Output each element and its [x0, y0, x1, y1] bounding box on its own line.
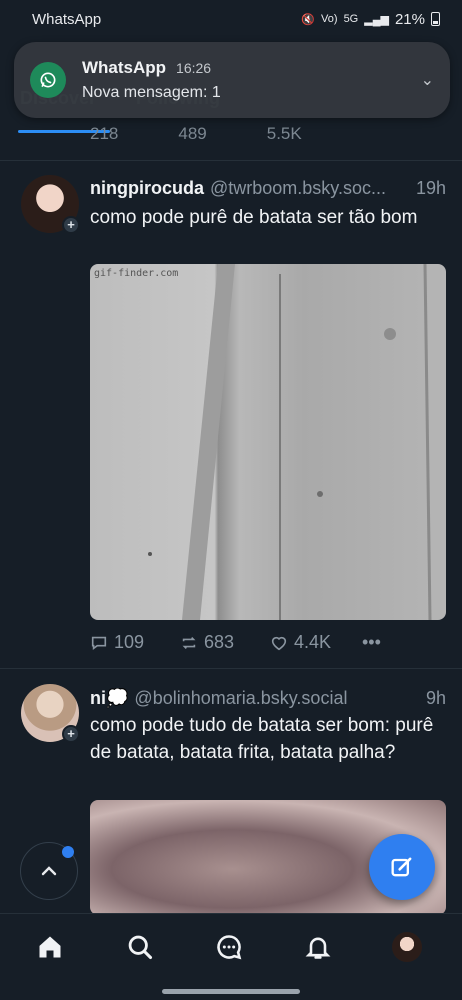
- post-text[interactable]: como pode purê de batata ser tão bom: [90, 204, 444, 231]
- like-button[interactable]: 4.4K: [270, 632, 362, 653]
- prev-likes: 5.5K: [266, 124, 302, 143]
- more-options-icon[interactable]: •••: [362, 632, 381, 653]
- compose-button[interactable]: [369, 834, 435, 900]
- repost-count: 683: [204, 632, 235, 652]
- reply-icon: [91, 636, 107, 650]
- author-handle[interactable]: @bolinhomaria.bsky.social: [134, 688, 418, 709]
- reply-button[interactable]: 109: [90, 632, 180, 653]
- divider: [0, 160, 462, 161]
- reply-count: 109: [114, 632, 145, 652]
- heart-icon: [271, 636, 287, 650]
- follow-plus-icon[interactable]: +: [62, 725, 80, 743]
- bottom-navigation: [0, 913, 462, 1000]
- chevron-up-icon: [41, 866, 57, 876]
- divider: [0, 668, 462, 669]
- post-time: 9h: [425, 688, 446, 708]
- prev-post-stats: 218 489 5.5K: [90, 124, 302, 144]
- post-text[interactable]: como pode tudo de batata ser bom: purê d…: [90, 712, 444, 766]
- chevron-down-icon[interactable]: ⌄: [421, 70, 434, 90]
- repost-icon: [182, 636, 196, 649]
- mute-icon: 🔇: [301, 13, 316, 26]
- notification-message: Nova mensagem: 1: [82, 84, 221, 101]
- post-header: ningpirocuda @twrboom.bsky.soc... 19h: [90, 178, 446, 199]
- whatsapp-icon: [30, 62, 66, 98]
- post-time: 19h: [415, 178, 446, 198]
- notification-time: 16:26: [176, 60, 212, 76]
- signal-icon: ▂▄▆: [364, 13, 389, 26]
- follow-plus-icon[interactable]: +: [62, 216, 80, 234]
- 5g-icon: 5G: [343, 13, 359, 25]
- chat-icon[interactable]: [214, 932, 244, 962]
- status-bar: WhatsApp 🔇 Vo) 5G ▂▄▆ 21%: [0, 0, 462, 38]
- prev-reposts: 489: [178, 124, 207, 143]
- volte-icon: Vo): [321, 13, 338, 25]
- author-name[interactable]: ni💭: [90, 688, 128, 709]
- repost-button[interactable]: 683: [180, 632, 270, 653]
- home-icon[interactable]: [35, 932, 65, 962]
- author-handle[interactable]: @twrboom.bsky.soc...: [210, 178, 408, 199]
- new-posts-dot: [62, 846, 74, 858]
- whatsapp-notification[interactable]: WhatsApp 16:26 Nova mensagem: 1 ⌄: [14, 42, 450, 118]
- prev-replies: 218: [90, 124, 119, 143]
- post-media-gif[interactable]: gif-finder.com: [90, 264, 446, 620]
- media-watermark: gif-finder.com: [94, 268, 179, 279]
- status-app-label: WhatsApp: [32, 10, 102, 28]
- like-count: 4.4K: [294, 632, 332, 652]
- post-actions: 109 683 4.4K •••: [90, 632, 381, 653]
- profile-avatar[interactable]: [392, 932, 422, 962]
- bell-icon[interactable]: [303, 932, 333, 962]
- battery-level: 21%: [394, 10, 425, 28]
- search-icon[interactable]: [125, 932, 155, 962]
- notification-app: WhatsApp: [82, 58, 167, 77]
- author-name[interactable]: ningpirocuda: [90, 178, 204, 199]
- battery-icon: [431, 12, 440, 26]
- compose-icon: [391, 857, 412, 877]
- home-indicator[interactable]: [162, 989, 300, 994]
- post-header: ni💭 @bolinhomaria.bsky.social 9h: [90, 688, 446, 709]
